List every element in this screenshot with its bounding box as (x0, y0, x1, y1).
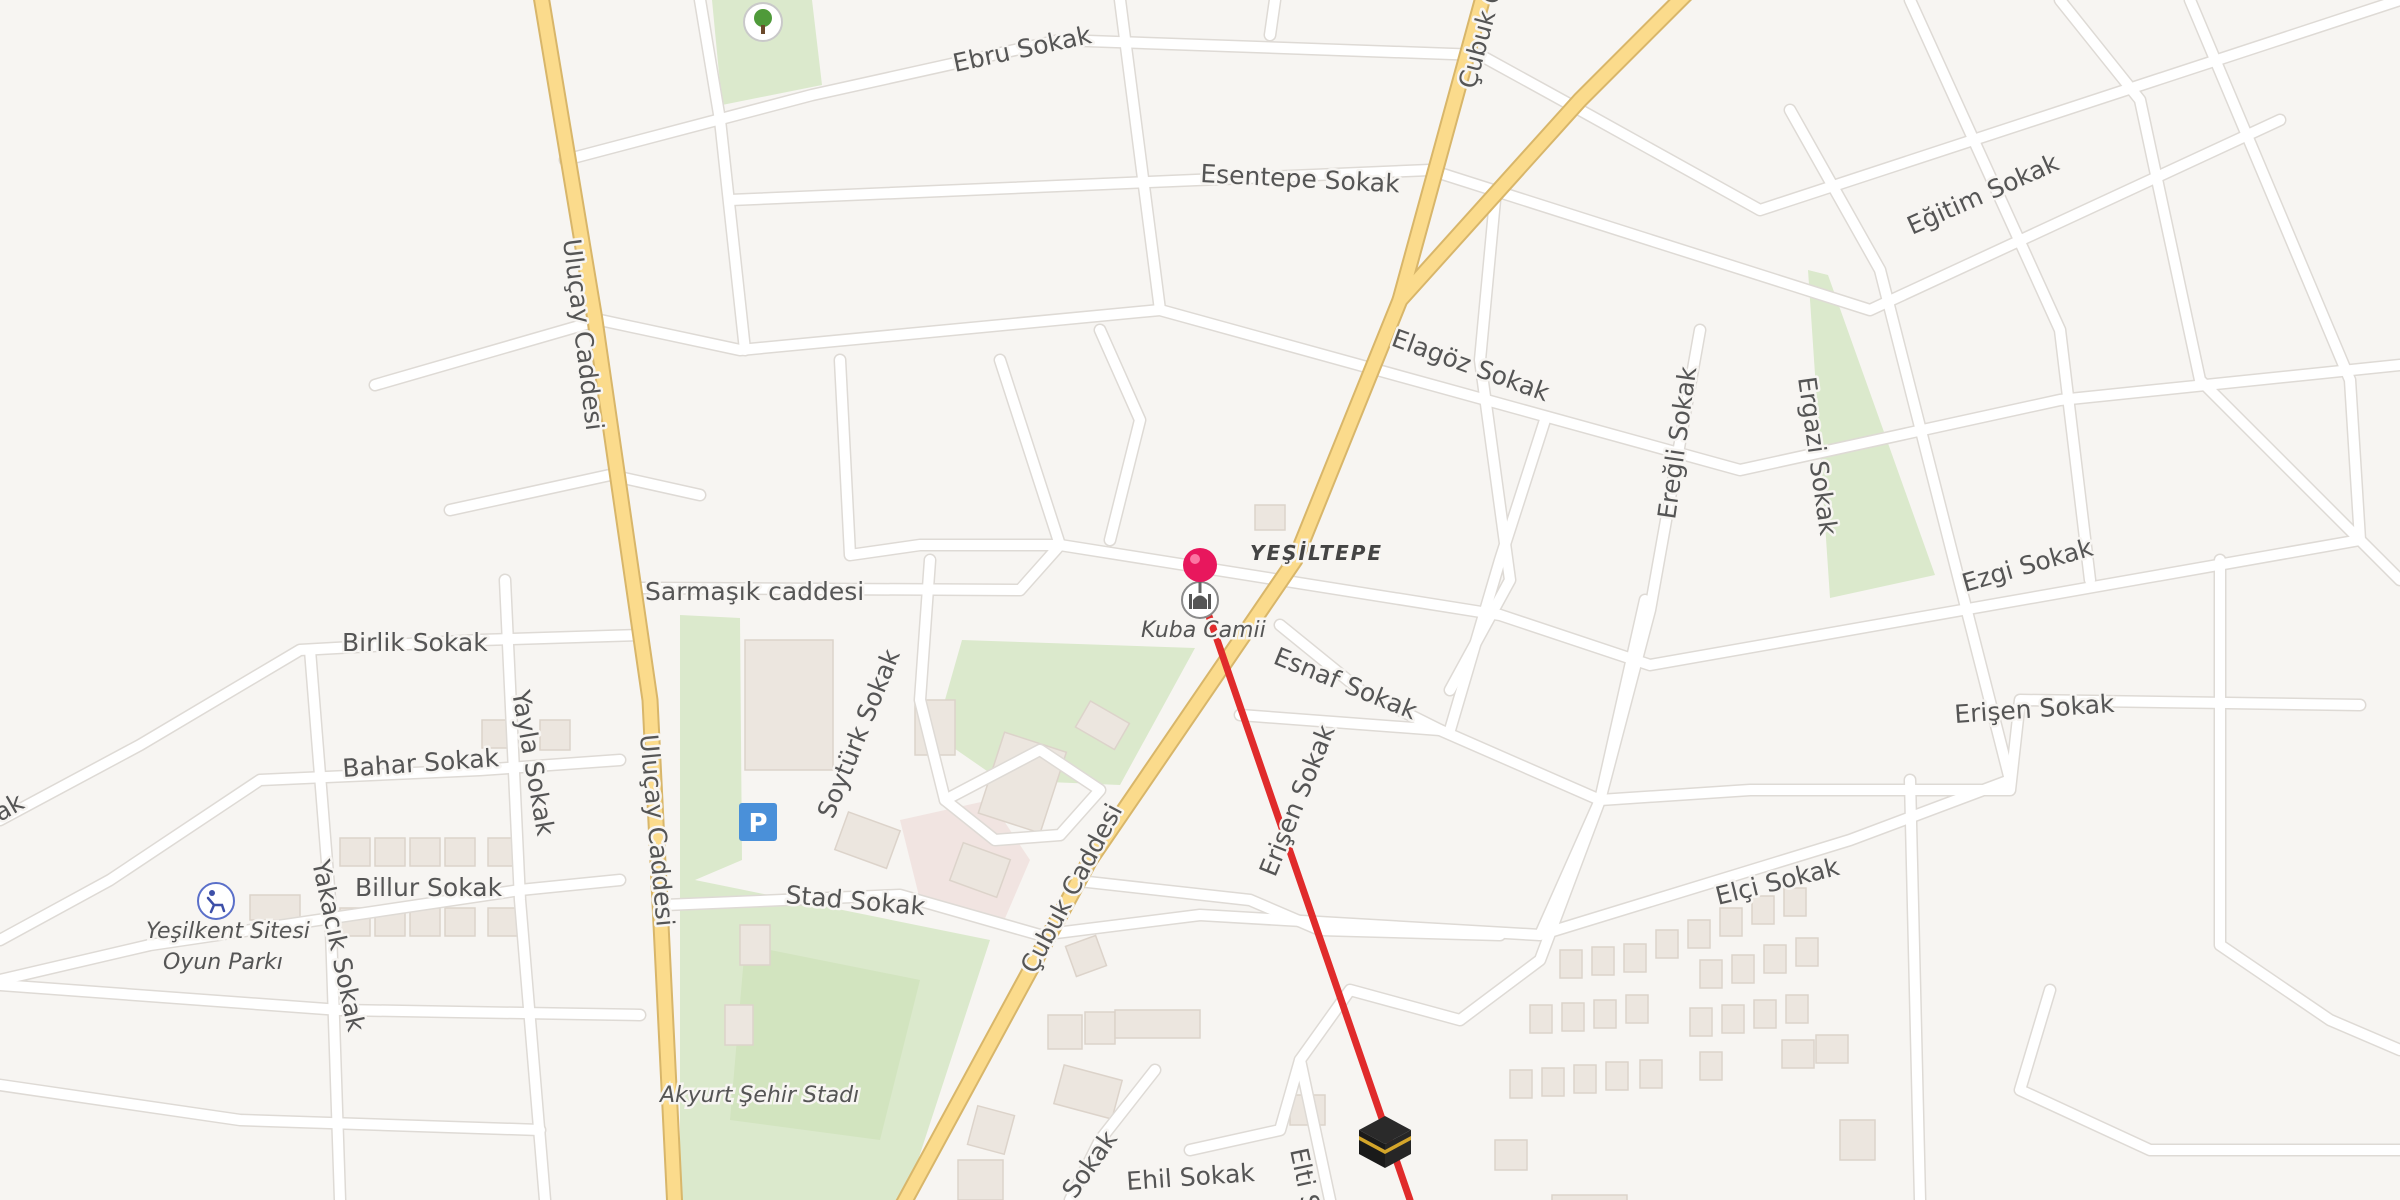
buildings (249, 504, 1876, 1200)
building (1047, 1014, 1083, 1050)
building (957, 1159, 1004, 1200)
building (833, 811, 902, 870)
street-label: Bahar Sokak (341, 743, 500, 783)
poi-label-kuba-camii: Kuba Camii (1141, 618, 1266, 643)
poi-label-yesilkent: Yeşilkent Sitesi (146, 919, 310, 944)
street-label: Esentepe Sokak (1200, 159, 1401, 198)
building (744, 639, 834, 771)
kaaba-icon[interactable] (1359, 1116, 1411, 1168)
building (1114, 1009, 1201, 1039)
street-label: Billur Sokak (355, 873, 503, 902)
building (966, 1104, 1016, 1156)
building (249, 894, 301, 921)
street-label: Uluçay Caddesi (634, 733, 680, 928)
building (1254, 504, 1286, 531)
street-label: Sokak (1056, 1125, 1123, 1200)
map-view[interactable]: Ebru Sokak Çubuk C Esentepe Sokak Eğitim… (0, 0, 2400, 1200)
street-label: Erişen Sokak (1953, 689, 2115, 729)
building (1052, 1063, 1124, 1121)
building (1084, 1011, 1116, 1045)
playground-icon[interactable] (197, 882, 235, 920)
street-label: ak (0, 787, 29, 827)
street-label: Sarmaşık caddesi (645, 577, 864, 606)
street-label: Ebru Sokak (950, 20, 1094, 78)
map-canvas[interactable]: Ebru Sokak Çubuk C Esentepe Sokak Eğitim… (0, 0, 2400, 1200)
parking-icon[interactable]: P (739, 803, 777, 841)
parking-symbol: P (748, 809, 767, 839)
building (1494, 1139, 1528, 1171)
street-label: Birlik Sokak (342, 628, 488, 657)
street-label: Ehil Sokak (1125, 1158, 1256, 1196)
street-label: Erişen Sokak (1254, 720, 1341, 880)
building (724, 1004, 754, 1046)
building (1839, 1119, 1876, 1161)
tree-icon[interactable] (743, 2, 783, 42)
neighborhood-label: YEŞİLTEPE (1250, 541, 1383, 565)
building (739, 924, 771, 966)
building (1551, 1194, 1628, 1200)
poi-label-oyun-parki: Oyun Parkı (163, 950, 283, 975)
poi-label-stadium: Akyurt Şehir Stadı (658, 1083, 859, 1108)
building (1064, 934, 1108, 978)
